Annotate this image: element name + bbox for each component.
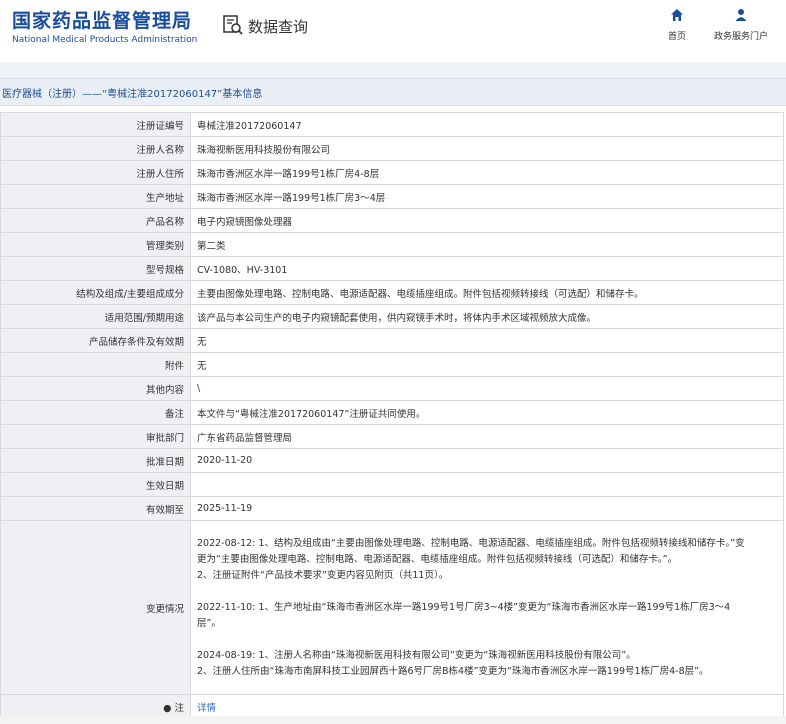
row-label: 备注 xyxy=(0,400,191,425)
brand-name-en: National Medical Products Administration xyxy=(12,35,198,45)
change-line: 层”。 xyxy=(197,617,221,629)
row-label: 注册人住所 xyxy=(0,160,191,185)
row-value: 本文件与“粤械注准20172060147”注册证共同使用。 xyxy=(190,400,784,425)
row-value: 2025-11-19 xyxy=(190,496,784,521)
note-row: ● 注 详情 xyxy=(0,694,784,719)
table-row: 适用范围/预期用途 该产品与本公司生产的电子内窥镜配套使用，供内窥镜手术时，将体内… xyxy=(0,304,784,329)
row-value: 广东省药品监督管理局 xyxy=(190,424,784,449)
row-value: 2020-11-20 xyxy=(190,448,784,473)
change-line: 2022-11-10: 1、生产地址由“珠海市香洲区水岸一路199号1号厂房3~… xyxy=(197,601,731,613)
row-label: 产品储存条件及有效期 xyxy=(0,328,191,353)
brand-name-cn: 国家药品监督管理局 xyxy=(12,10,193,32)
table-row: 产品名称 电子内窥镜图像处理器 xyxy=(0,208,784,233)
data-query-title: 数据查询 xyxy=(222,14,308,39)
note-label: 注 xyxy=(174,702,184,714)
table-row: 注册人住所 珠海市香洲区水岸一路199号1栋厂房4-8层 xyxy=(0,160,784,185)
table-row: 有效期至 2025-11-19 xyxy=(0,496,784,521)
page-title-bar: 医疗器械（注册）——“粤械注准20172060147”基本信息 xyxy=(0,78,786,106)
row-value: 珠海市香洲区水岸一路199号1栋厂房3～4层 xyxy=(190,184,784,209)
user-icon xyxy=(734,8,748,25)
row-label: 结构及组成/主要组成成分 xyxy=(0,280,191,305)
row-value: 主要由图像处理电路、控制电路、电源适配器、电缆插座组成。附件包括视频转接线（可选… xyxy=(190,280,784,305)
row-value: 无 xyxy=(190,352,784,377)
note-value-cell: 详情 xyxy=(190,694,784,719)
bullet-icon: ● xyxy=(163,702,172,714)
row-label: 产品名称 xyxy=(0,208,191,233)
row-label: 审批部门 xyxy=(0,424,191,449)
row-label: 注册人名称 xyxy=(0,136,191,161)
row-label: 生产地址 xyxy=(0,184,191,209)
top-nav: 首页 政务服务门户 xyxy=(668,8,768,42)
table-row: 注册人名称 珠海视新医用科技股份有限公司 xyxy=(0,136,784,161)
row-value: 无 xyxy=(190,328,784,353)
row-label: 适用范围/预期用途 xyxy=(0,304,191,329)
site-logo[interactable]: 国家药品监督管理局 National Medical Products Admi… xyxy=(12,6,197,45)
table-row: 型号规格 CV-1080、HV-3101 xyxy=(0,256,784,281)
row-value: \ xyxy=(190,376,784,401)
site-header: 国家药品监督管理局 National Medical Products Admi… xyxy=(0,0,786,62)
note-label-cell: ● 注 xyxy=(0,694,191,719)
table-row: 其他内容 \ xyxy=(0,376,784,401)
change-line: 更为“主要由图像处理电路、控制电路、电源适配器、电缆插座组成。附件包括视频转接线… xyxy=(197,553,678,565)
row-value: 电子内窥镜图像处理器 xyxy=(190,208,784,233)
table-row: 备注 本文件与“粤械注准20172060147”注册证共同使用。 xyxy=(0,400,784,425)
table-row: 审批部门 广东省药品监督管理局 xyxy=(0,424,784,449)
row-label: 注册证编号 xyxy=(0,112,191,137)
details-link[interactable]: 详情 xyxy=(197,703,216,714)
page-bottom-bar xyxy=(0,716,786,724)
home-icon xyxy=(670,8,684,25)
nav-portal-label: 政务服务门户 xyxy=(713,32,768,42)
row-value: 第二类 xyxy=(190,232,784,257)
row-label: 其他内容 xyxy=(0,376,191,401)
change-history-label: 变更情况 xyxy=(0,520,191,695)
query-title-text: 数据查询 xyxy=(248,18,309,36)
row-label: 型号规格 xyxy=(0,256,191,281)
row-label: 有效期至 xyxy=(0,496,191,521)
header-band xyxy=(0,62,786,78)
change-line: 2、注册人住所由“珠海市南屏科技工业园屏西十路6号厂房B栋4楼”变更为“珠海市香… xyxy=(197,665,709,677)
change-line: 2024-08-19: 1、注册人名称由“珠海视新医用科技有限公司”变更为“珠海… xyxy=(197,649,636,661)
table-row: 生产地址 珠海市香洲区水岸一路199号1栋厂房3～4层 xyxy=(0,184,784,209)
row-value: CV-1080、HV-3101 xyxy=(190,256,784,281)
table-row: 附件无 xyxy=(0,352,784,377)
nav-portal[interactable]: 政务服务门户 xyxy=(714,8,768,42)
change-line: 2022-08-12: 1、结构及组成由“主要由图像处理电路、控制电路、电源适配… xyxy=(197,537,745,549)
row-value: 该产品与本公司生产的电子内窥镜配套使用，供内窥镜手术时，将体内手术区域视频放大成… xyxy=(190,304,784,329)
row-value: 珠海视新医用科技股份有限公司 xyxy=(190,136,784,161)
table-row: 生效日期 xyxy=(0,472,784,497)
change-history-value: 2022-08-12: 1、结构及组成由“主要由图像处理电路、控制电路、电源适配… xyxy=(190,520,784,695)
table-row: 结构及组成/主要组成成分 主要由图像处理电路、控制电路、电源适配器、电缆插座组成。… xyxy=(0,280,784,305)
table-row: 批准日期 2020-11-20 xyxy=(0,448,784,473)
data-search-icon xyxy=(222,14,244,39)
detail-table: 注册证编号 粤械注准20172060147 注册人名称 珠海视新医用科技股份有限公司… xyxy=(0,112,784,719)
change-line: 2、注册证附件“产品技术要求”变更内容见附页（共11页）。 xyxy=(197,569,449,581)
row-value xyxy=(190,472,784,497)
table-row: 管理类别 第二类 xyxy=(0,232,784,257)
page-title: 医疗器械（注册）——“粤械注准20172060147”基本信息 xyxy=(2,89,263,100)
row-value: 粤械注准20172060147 xyxy=(190,112,784,137)
row-label: 管理类别 xyxy=(0,232,191,257)
nav-home[interactable]: 首页 xyxy=(668,8,686,42)
row-label: 批准日期 xyxy=(0,448,191,473)
row-value: 珠海市香洲区水岸一路199号1栋厂房4-8层 xyxy=(190,160,784,185)
table-row: 产品储存条件及有效期无 xyxy=(0,328,784,353)
change-history-row: 变更情况 2022-08-12: 1、结构及组成由“主要由图像处理电路、控制电路… xyxy=(0,520,784,695)
nav-home-label: 首页 xyxy=(667,32,686,42)
table-row: 注册证编号 粤械注准20172060147 xyxy=(0,112,784,137)
row-label: 生效日期 xyxy=(0,472,191,497)
row-label: 附件 xyxy=(0,352,191,377)
